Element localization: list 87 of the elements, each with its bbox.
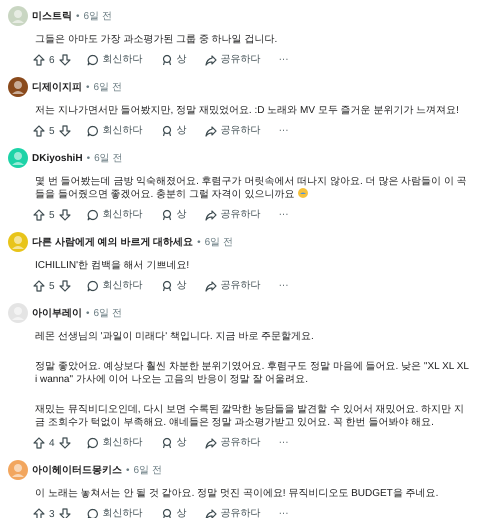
separator-dot: • (76, 10, 80, 24)
reply-button[interactable]: 회신하다 (84, 278, 145, 294)
speech-bubble-icon (86, 209, 99, 221)
more-button[interactable]: ··· (276, 123, 291, 139)
username[interactable]: 다른 사람에게 예의 바르게 대하세요 (32, 234, 194, 250)
downvote-icon[interactable] (58, 508, 71, 518)
speech-bubble-icon (86, 54, 99, 66)
award-button[interactable]: 상 (158, 123, 189, 139)
username[interactable]: 미스트릭 (32, 8, 72, 24)
reply-button[interactable]: 회신하다 (84, 207, 145, 223)
more-button[interactable]: ··· (276, 506, 291, 518)
reply-button[interactable]: 회신하다 (84, 435, 145, 451)
share-button[interactable]: 공유하다 (202, 435, 263, 451)
timestamp: 6일 전 (204, 236, 233, 250)
vote-count: 5 (49, 208, 55, 222)
vote-count: 3 (49, 508, 55, 518)
award-icon (160, 280, 173, 292)
vote-count: 4 (49, 436, 55, 450)
comment-text: 레몬 선생님의 '과일이 미래다' 책입니다. 지금 바로 주문할게요. (35, 330, 315, 343)
upvote-icon[interactable] (33, 125, 45, 137)
share-button[interactable]: 공유하다 (202, 52, 263, 68)
comment-text: 저는 지나가면서만 들어봤지만, 정말 재밌었어요. :D 노래와 MV 모두 즐거운 분위기가 느껴져요! (35, 104, 460, 117)
share-button[interactable]: 공유하다 (202, 278, 263, 294)
award-button[interactable]: 상 (158, 52, 189, 68)
share-arrow-icon (204, 54, 217, 66)
reply-button[interactable]: 회신하다 (84, 123, 145, 139)
username[interactable]: 아이헤이터드몽키스 (32, 462, 122, 478)
upvote-icon[interactable] (33, 508, 45, 518)
share-arrow-icon (204, 437, 217, 449)
upvote-icon[interactable] (33, 437, 45, 449)
more-button[interactable]: ··· (276, 435, 291, 451)
emoji-icon (298, 188, 308, 198)
separator-dot: • (86, 80, 90, 94)
comment-text: 재밌는 뮤직비디오인데, 다시 보면 수록된 깔막한 농담들을 발견할 수 있어서 재밌어요. 하지만 지금 조회수가 턱없이 부족해요. 얘네들은 정말 과소평가받고 있어요. 꼭 한번 들어봐야 해요. (35, 403, 465, 429)
downvote-icon[interactable] (58, 280, 71, 292)
vote-count: 6 (49, 54, 55, 68)
timestamp: 6일 전 (94, 80, 122, 94)
timestamp: 6일 전 (94, 152, 122, 166)
reply-button[interactable]: 회신하다 (84, 506, 145, 518)
username[interactable]: DKiyoshiH (32, 150, 83, 166)
award-icon (160, 125, 173, 137)
separator-dot: • (86, 306, 90, 320)
comment-text: ICHILLIN'한 컴백을 해서 기쁘네요! (35, 259, 190, 272)
timestamp: 6일 전 (134, 464, 162, 478)
downvote-icon[interactable] (58, 209, 71, 221)
comment-text: 이 노래는 놓쳐서는 안 될 것 같아요. 정말 멋진 곡이에요! 뮤직비디오도 BUDGET을 주네요. (35, 487, 440, 500)
speech-bubble-icon (86, 508, 99, 518)
username[interactable]: 디제이지피 (32, 80, 82, 94)
award-button[interactable]: 상 (158, 435, 189, 451)
timestamp: 6일 전 (84, 10, 112, 24)
username[interactable]: 아이부레이 (32, 306, 82, 320)
share-button[interactable]: 공유하다 (202, 123, 263, 139)
vote-count: 5 (49, 124, 55, 138)
share-arrow-icon (204, 280, 217, 292)
upvote-icon[interactable] (33, 209, 45, 221)
separator-dot: • (86, 152, 90, 166)
comment-text: 그들은 아마도 가장 과소평가된 그룹 중 하나일 겁니다. (35, 33, 278, 46)
share-arrow-icon (204, 209, 217, 221)
speech-bubble-icon (86, 125, 99, 137)
reply-button[interactable]: 회신하다 (84, 52, 145, 68)
separator-dot: • (197, 236, 201, 250)
comment-text: 정말 좋았어요. 예상보다 훨씬 차분한 분위기였어요. 후렴구도 정말 마음에 들어요. 낮은 "XL XL XL i wanna" 가사에 이어 나오는 고음의 반응이 정말 잘 어울려요. (35, 360, 470, 386)
share-arrow-icon (204, 508, 217, 518)
separator-dot: • (126, 464, 130, 478)
award-icon (160, 209, 173, 221)
award-icon (160, 437, 173, 449)
timestamp: 6일 전 (94, 306, 122, 320)
award-button[interactable]: 상 (158, 506, 189, 518)
downvote-icon[interactable] (58, 437, 71, 449)
more-button[interactable]: ··· (276, 278, 291, 294)
share-button[interactable]: 공유하다 (202, 207, 263, 223)
vote-count: 5 (49, 280, 55, 294)
comment-text: 몇 번 들어봤는데 금방 익숙해졌어요. 후렴구가 머릿속에서 떠나지 않아요. 더 많은 사람들이 이 곡들을 들어줬으면 좋겠어요. 충분히 그럴 자격이 있으니까요 (35, 175, 468, 201)
award-button[interactable]: 상 (158, 278, 189, 294)
downvote-icon[interactable] (58, 54, 71, 66)
speech-bubble-icon (86, 437, 99, 449)
upvote-icon[interactable] (33, 280, 45, 292)
share-arrow-icon (204, 125, 217, 137)
speech-bubble-icon (86, 280, 99, 292)
award-icon (160, 54, 173, 66)
more-button[interactable]: ··· (276, 52, 291, 68)
more-button[interactable]: ··· (276, 207, 291, 223)
award-icon (160, 508, 173, 518)
upvote-icon[interactable] (33, 54, 45, 66)
downvote-icon[interactable] (58, 125, 71, 137)
share-button[interactable]: 공유하다 (202, 506, 263, 518)
award-button[interactable]: 상 (158, 207, 189, 223)
